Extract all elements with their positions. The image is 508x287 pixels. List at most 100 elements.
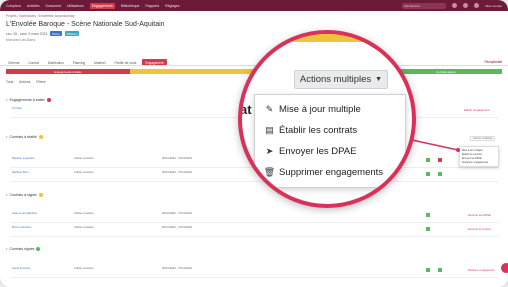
section-label: Engagements à traiter	[9, 98, 45, 102]
paper-plane-icon: ➤	[265, 146, 274, 156]
menu-item-envoyer-dpae[interactable]: ➤ Envoyer les DPAE	[255, 141, 405, 162]
search-input[interactable]: Rechercher	[402, 2, 447, 9]
section-contracts-to-sign[interactable]: ▾ Contrats à signer	[6, 193, 43, 197]
chevron-down-icon: ▾	[6, 135, 8, 139]
section-contracts-signed[interactable]: ▾ Contrats signés	[6, 247, 41, 251]
page-subtitle: ven. 26 - sam. 3 mars 2023 Prévu Diffusi…	[6, 31, 80, 36]
chevron-down-icon: ▾	[6, 193, 8, 197]
status-square	[426, 268, 430, 272]
row-action-link[interactable]: Établir l'engagement	[464, 108, 489, 112]
person-function: Artiste musicien	[74, 266, 94, 270]
menu-item-supprimer-engagements[interactable]: 🗑 Supprimer engagements	[255, 162, 405, 183]
person-name[interactable]: Maurice Legendre	[12, 156, 35, 161]
chevron-down-icon: ▾	[6, 247, 8, 251]
person-function: Artiste musicien	[74, 225, 94, 229]
person-dates: 26/11/2022 · 27/11/2022	[162, 170, 193, 174]
document-icon: ▤	[265, 125, 274, 135]
menu-item-label: Établir les contrats	[279, 125, 358, 136]
tab-recapitulatif[interactable]: Récapitulatif	[484, 60, 502, 64]
menu-item-label: Supprimer engagements	[279, 167, 384, 178]
filter-row: Tous Actions Filtres	[6, 80, 46, 84]
section-label: Contrats à établir	[9, 135, 37, 139]
row-action-link[interactable]: Relance engagement	[468, 268, 495, 272]
venue-label: Monstreux-les-Bains	[6, 38, 36, 42]
actions-multiples-button[interactable]: Actions multiples ▼	[294, 70, 388, 89]
magnified-status-strip-green	[361, 34, 412, 42]
actions-dropdown-small: Mise à jour multiple Établir les contrat…	[459, 146, 499, 167]
bell-icon[interactable]	[452, 3, 458, 8]
menu-item-label: Envoyer les DPAE	[279, 146, 357, 157]
tab-distribution[interactable]: Distribution	[45, 59, 67, 65]
status-badge: Prévu	[50, 31, 62, 36]
chat-bubble-icon[interactable]	[501, 263, 508, 273]
status-square	[426, 213, 430, 217]
zoom-magnifier: at Ac Actions multiples ▼ ✎ Mise à jour …	[238, 30, 416, 208]
actions-multiples-button-small[interactable]: Actions multiples	[470, 136, 496, 141]
person-function: Artiste musicien	[74, 170, 94, 174]
table-row[interactable]: Bruno Lebreton Artiste musicien 26/11/20…	[10, 225, 498, 237]
menu-item-label: Mise à jour multiple	[279, 104, 361, 115]
status-square	[438, 158, 442, 162]
top-navigation-bar: Compteur Activités Document Utilisateurs…	[0, 0, 508, 11]
chevron-down-icon: ▾	[6, 98, 8, 102]
pencil-icon: ✎	[265, 104, 274, 114]
nav-item-compteur[interactable]: Compteur	[6, 4, 21, 8]
nav-item-engagements[interactable]: Engagements	[89, 2, 115, 9]
breadcrumb[interactable]: Projets / Spectacles / Ensemble Accordon…	[6, 14, 74, 18]
caret-down-icon: ▼	[375, 76, 383, 83]
tab-feuille-de-route[interactable]: Feuille de route	[112, 59, 140, 65]
person-name[interactable]: Art Nico	[12, 106, 22, 111]
filter-actions[interactable]: Actions	[19, 80, 30, 84]
person-name[interactable]: Marlène Brun	[12, 170, 29, 175]
nav-item-bibliotheque[interactable]: Bibliothèque	[121, 4, 140, 8]
zoom-connector-line	[411, 139, 459, 151]
nav-item-activites[interactable]: Activités	[27, 4, 40, 8]
nav-item-utilisateurs[interactable]: Utilisateurs	[67, 4, 84, 8]
nav-item-reglages[interactable]: Réglages	[165, 4, 179, 8]
date-range: ven. 26 - sam. 3 mars 2023	[6, 31, 48, 36]
person-dates: 26/11/2022 · 27/11/2022	[162, 266, 193, 270]
count-dot	[46, 98, 51, 102]
table-row[interactable]: Annie Fournier Artiste musicien 26/11/20…	[10, 266, 498, 278]
person-function: Artiste musicien	[74, 156, 94, 160]
status-square	[426, 158, 430, 162]
status-square	[438, 268, 442, 272]
status-square	[426, 227, 430, 231]
menu-item-etablir-contrats[interactable]: ▤ Établir les contrats	[255, 120, 405, 141]
menu-item-mise-a-jour-multiple[interactable]: ✎ Mise à jour multiple	[255, 99, 405, 120]
status-strip-to-process: Engagements à traiter	[6, 69, 130, 74]
nav-item-rapports[interactable]: Rapports	[145, 4, 159, 8]
user-menu[interactable]: Mon compte	[485, 4, 502, 8]
type-badge: Diffusion	[64, 31, 80, 36]
gear-icon[interactable]	[474, 3, 480, 8]
filter-tous[interactable]: Tous	[6, 80, 13, 84]
actions-dropdown-menu: ✎ Mise à jour multiple ▤ Établir les con…	[254, 94, 406, 188]
status-strip-to-establish	[130, 69, 260, 74]
person-dates: 26/11/2022 · 27/11/2022	[162, 211, 193, 215]
section-contracts-to-establish[interactable]: ▾ Contrats à établir	[6, 135, 43, 139]
count-dot	[36, 247, 41, 251]
tab-engagement[interactable]: Engagement	[142, 59, 167, 65]
row-action-link[interactable]: Générer les DPAE	[468, 213, 491, 217]
tab-planning[interactable]: Planning	[70, 59, 88, 65]
tab-general[interactable]: Général	[5, 59, 22, 65]
section-engagements-to-process[interactable]: ▾ Engagements à traiter	[6, 98, 51, 102]
help-icon[interactable]	[463, 3, 469, 8]
tab-contrat[interactable]: Contrat	[25, 59, 41, 65]
person-dates: 26/11/2022 · 27/11/2022	[162, 156, 193, 160]
filter-filtres[interactable]: Filtres	[36, 80, 45, 84]
table-row[interactable]: Jean-Louis Marchal Artiste musicien 26/1…	[10, 211, 498, 223]
count-dot	[38, 193, 43, 197]
mini-menu-item[interactable]: Supprimer engagements	[461, 161, 497, 165]
section-label: Contrats signés	[9, 247, 35, 251]
status-square	[426, 172, 430, 176]
nav-item-document[interactable]: Document	[46, 4, 61, 8]
person-name[interactable]: Bruno Lebreton	[12, 225, 31, 230]
page-title: L'Envolée Baroque - Scène Nationale Sud-…	[6, 21, 165, 28]
tab-materiel[interactable]: Matériel	[91, 59, 108, 65]
row-action-link[interactable]: Générer le contrat	[468, 227, 491, 231]
person-name[interactable]: Annie Fournier	[12, 266, 30, 271]
actions-multiples-label: Actions multiples	[299, 74, 372, 85]
person-name[interactable]: Jean-Louis Marchal	[12, 211, 36, 216]
status-square	[438, 172, 442, 176]
